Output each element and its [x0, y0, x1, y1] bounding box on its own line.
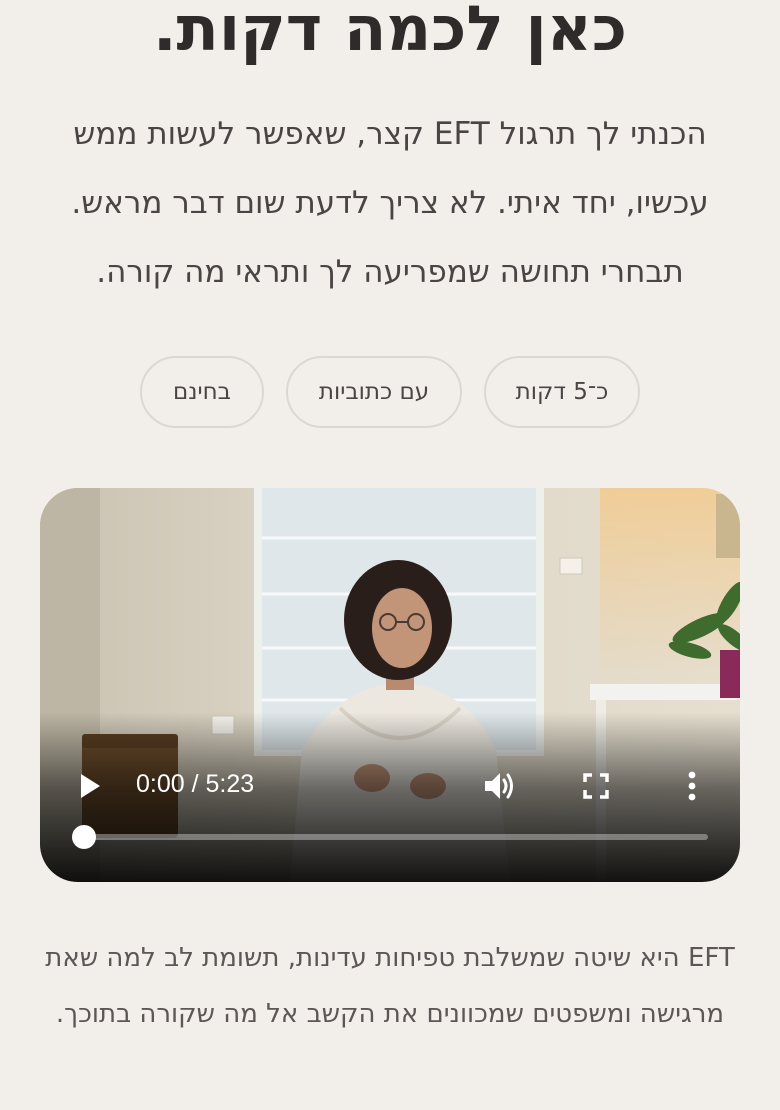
video-time: 0:00 / 5:23	[136, 770, 255, 798]
play-icon	[81, 774, 100, 798]
video-progress-bar[interactable]	[72, 825, 708, 849]
chip-subtitles[interactable]: עם כתוביות	[286, 356, 462, 428]
intro-text: הכנתי לך תרגול EFT קצר, שאפשר לעשות ממש …	[71, 116, 709, 290]
video-progress-thumb[interactable]	[72, 825, 96, 849]
eft-description: EFT היא שיטה שמשלבת טפיחות עדינות, תשומת…	[45, 943, 735, 1029]
more-options-button[interactable]	[670, 764, 714, 808]
fullscreen-button[interactable]	[574, 764, 618, 808]
more-vertical-icon	[688, 771, 696, 801]
video-player[interactable]: 0:00 / 5:23	[40, 488, 740, 882]
fullscreen-icon	[583, 773, 609, 799]
volume-button[interactable]	[478, 764, 522, 808]
page-headline: כאן לכמה דקות.	[152, 0, 628, 65]
play-button[interactable]	[68, 764, 112, 808]
chip-duration[interactable]: כ־5 דקות	[484, 356, 640, 428]
feature-chips: כ־5 דקות עם כתוביות בחינם	[0, 356, 780, 428]
chip-free[interactable]: בחינם	[140, 356, 264, 428]
volume-icon	[485, 773, 513, 799]
